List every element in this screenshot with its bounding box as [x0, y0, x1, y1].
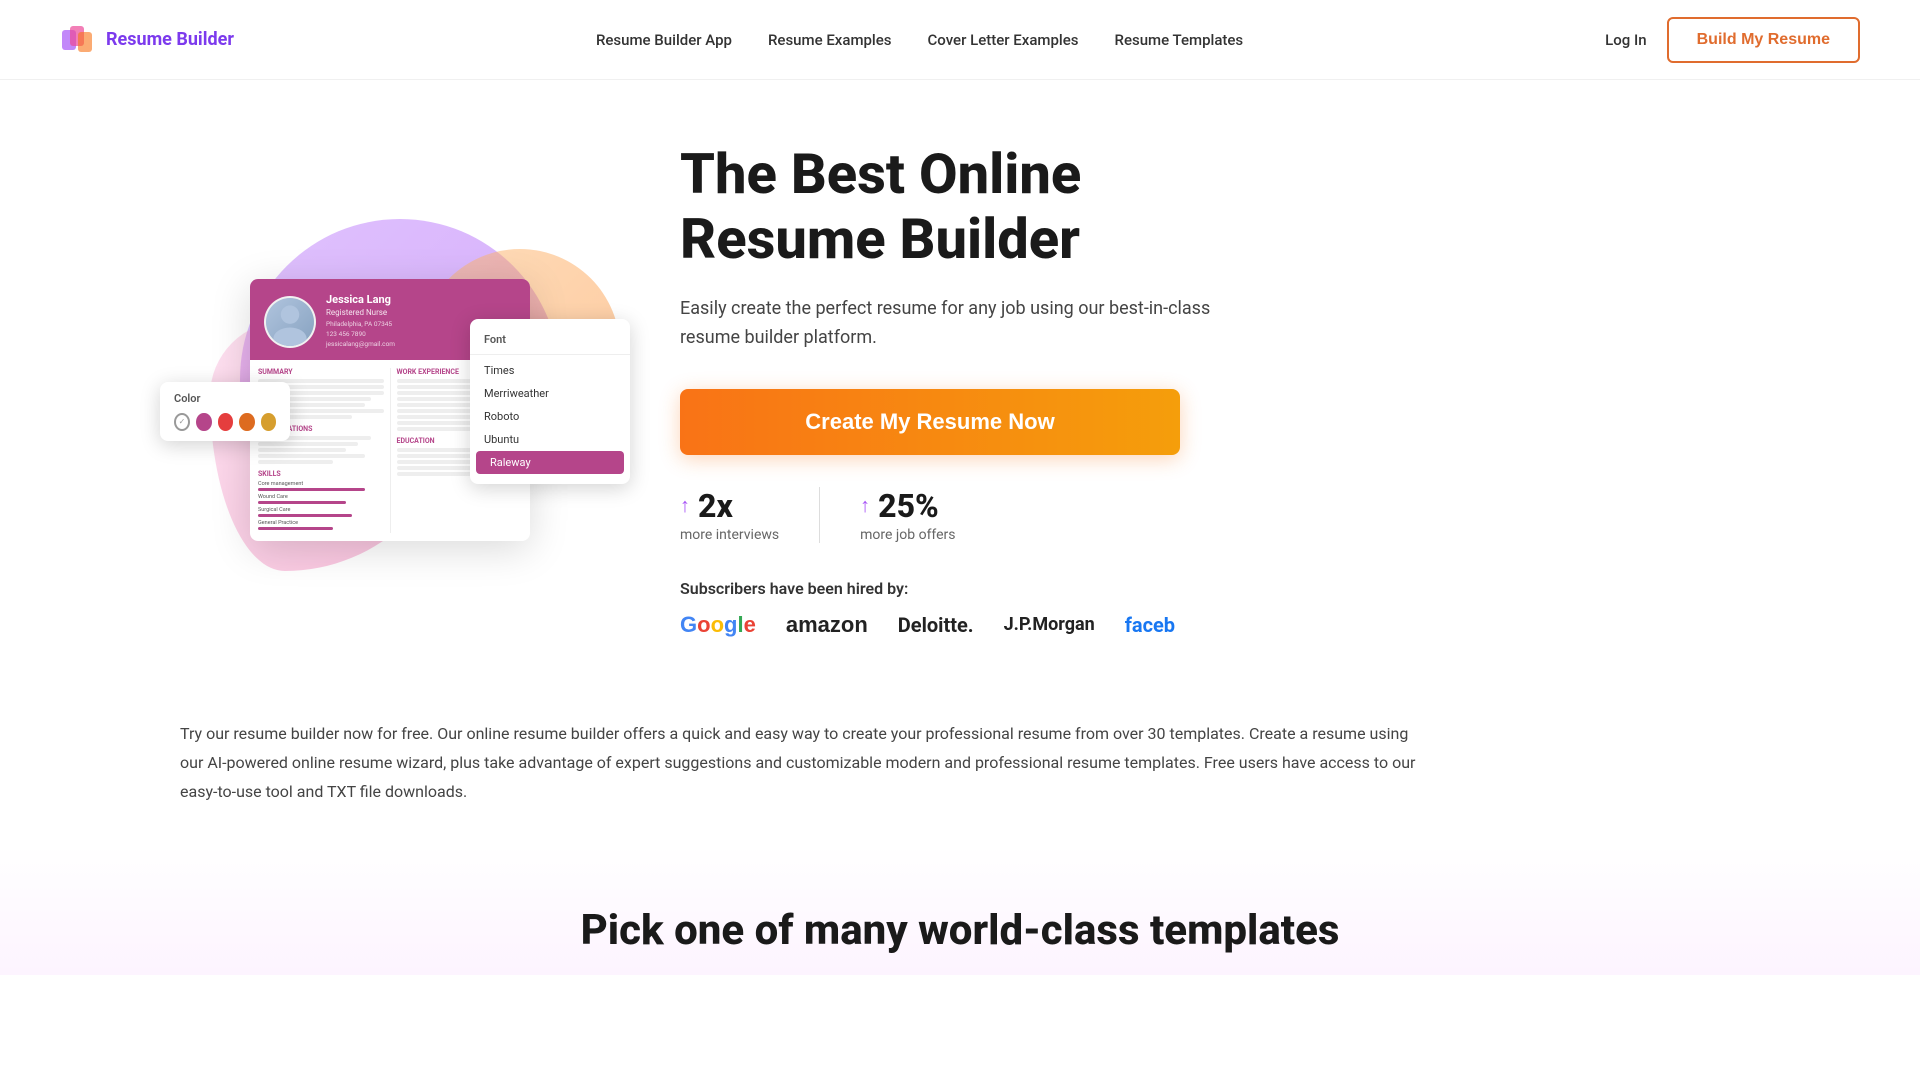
- nav-templates[interactable]: Resume Templates: [1115, 31, 1244, 49]
- logo-amazon: amazon: [786, 612, 868, 638]
- resume-person-title: Registered Nurse: [326, 308, 516, 317]
- logo-icon: [60, 22, 96, 58]
- nav-menu: Resume Builder App Resume Examples Cover…: [596, 30, 1243, 49]
- navbar: Resume Builder Resume Builder App Resume…: [0, 0, 1920, 80]
- font-picker-popup: Font Times Merriweather Roboto Ubuntu Ra…: [470, 319, 630, 484]
- logo-facebook: faceb: [1125, 613, 1175, 637]
- navbar-actions: Log In Build My Resume: [1605, 17, 1860, 63]
- description-text: Try our resume builder now for free. Our…: [180, 720, 1420, 806]
- stats-row: ↑ 2x more interviews ↑ 25% more job offe…: [680, 487, 1300, 543]
- login-link[interactable]: Log In: [1605, 31, 1646, 49]
- color-swatch-yellow[interactable]: [261, 413, 276, 431]
- hero-subtitle: Easily create the perfect resume for any…: [680, 295, 1240, 353]
- resume-person-name: Jessica Lang: [326, 293, 516, 306]
- font-option-merriweather[interactable]: Merriweather: [470, 382, 630, 405]
- hero-content: The Best Online Resume Builder Easily cr…: [680, 142, 1300, 637]
- build-resume-button[interactable]: Build My Resume: [1667, 17, 1860, 63]
- color-swatch-pink[interactable]: [196, 413, 211, 431]
- stat-interviews: ↑ 2x more interviews: [680, 487, 819, 543]
- color-swatch-check[interactable]: ✓: [174, 413, 190, 431]
- color-picker-popup: Color ✓: [160, 382, 290, 441]
- stat-value-2: 25%: [878, 487, 939, 525]
- color-swatch-red[interactable]: [218, 413, 233, 431]
- hired-logos: Google amazon Deloitte. J.P.Morgan faceb: [680, 612, 1300, 638]
- font-option-roboto[interactable]: Roboto: [470, 405, 630, 428]
- hero-section: Jessica Lang Registered Nurse Philadelph…: [0, 80, 1920, 680]
- stat-arrow-1: ↑: [680, 493, 690, 518]
- logo-deloitte: Deloitte.: [898, 613, 974, 637]
- stat-label-1: more interviews: [680, 527, 779, 543]
- stat-value-1: 2x: [698, 487, 733, 525]
- nav-cover-letter[interactable]: Cover Letter Examples: [928, 31, 1079, 49]
- color-picker-title: Color: [174, 392, 276, 405]
- resume-avatar-img: [266, 298, 314, 346]
- hero-illustration: Jessica Lang Registered Nurse Philadelph…: [180, 239, 600, 540]
- font-option-times[interactable]: Times: [470, 359, 630, 382]
- stat-arrow-2: ↑: [860, 493, 870, 518]
- resume-avatar: [264, 296, 316, 348]
- description-section: Try our resume builder now for free. Our…: [0, 680, 1600, 846]
- stat-label-2: more job offers: [860, 527, 955, 543]
- logo-jpmorgan: J.P.Morgan: [1004, 614, 1095, 635]
- logo-area: Resume Builder: [60, 22, 234, 58]
- logo-text: Resume Builder: [106, 29, 234, 50]
- nav-builder-app[interactable]: Resume Builder App: [596, 31, 732, 49]
- hired-title: Subscribers have been hired by:: [680, 579, 1300, 598]
- cta-button[interactable]: Create My Resume Now: [680, 389, 1180, 455]
- pick-template-title: Pick one of many world-class templates: [60, 906, 1860, 955]
- font-picker-title: Font: [470, 329, 630, 355]
- color-swatch-orange[interactable]: [239, 413, 254, 431]
- hero-title: The Best Online Resume Builder: [680, 142, 1300, 271]
- stat-offers: ↑ 25% more job offers: [819, 487, 995, 543]
- pick-template-section: Pick one of many world-class templates: [0, 846, 1920, 975]
- nav-examples[interactable]: Resume Examples: [768, 31, 892, 49]
- color-swatches: ✓: [174, 413, 276, 431]
- font-option-raleway[interactable]: Raleway: [476, 451, 624, 474]
- logo-google: Google: [680, 612, 756, 638]
- hired-section: Subscribers have been hired by: Google a…: [680, 579, 1300, 638]
- font-option-ubuntu[interactable]: Ubuntu: [470, 428, 630, 451]
